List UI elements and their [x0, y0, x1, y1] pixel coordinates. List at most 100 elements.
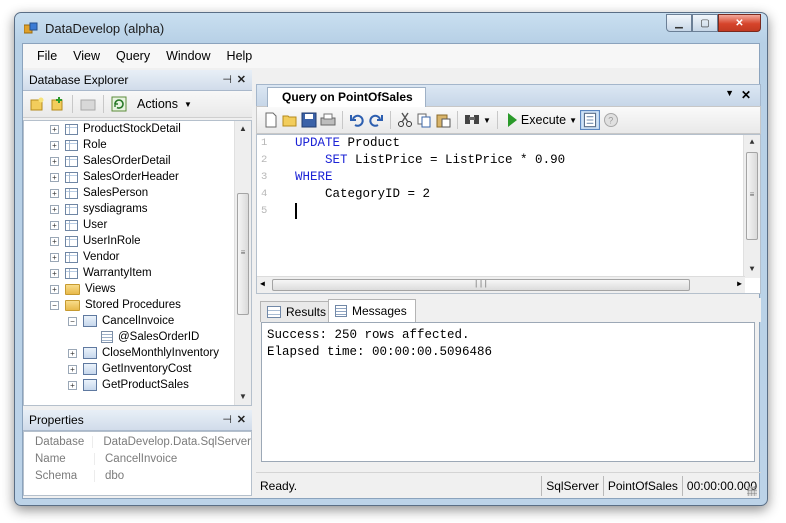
scroll-left-icon[interactable]: ◀: [260, 279, 265, 289]
properties-header: Properties ⊣ ✕: [23, 410, 252, 431]
scroll-thumb[interactable]: |||: [272, 279, 690, 291]
close-explorer-icon[interactable]: ✕: [237, 73, 246, 86]
actions-dropdown[interactable]: Actions ▼: [137, 97, 192, 111]
new-connection-icon[interactable]: [29, 96, 45, 112]
add-database-icon[interactable]: [49, 96, 65, 112]
expand-icon[interactable]: +: [68, 348, 77, 358]
paste-icon[interactable]: [435, 112, 451, 128]
open-folder-icon[interactable]: [282, 112, 298, 128]
pin-icon[interactable]: ⊣: [222, 413, 232, 426]
scroll-up-icon[interactable]: ▲: [744, 135, 760, 151]
property-row[interactable]: Schema dbo: [24, 467, 251, 484]
redo-icon[interactable]: [368, 112, 384, 128]
expand-icon[interactable]: +: [68, 380, 77, 390]
expand-icon[interactable]: +: [50, 140, 59, 150]
menu-file[interactable]: File: [29, 49, 65, 63]
menu-help[interactable]: Help: [219, 49, 261, 63]
query-document-tab[interactable]: Query on PointOfSales: [267, 87, 426, 107]
expand-icon[interactable]: +: [50, 124, 59, 134]
tree-item-label: CloseMonthlyInventory: [102, 347, 219, 359]
tree-item[interactable]: + SalesOrderDetail: [50, 153, 171, 169]
expand-icon[interactable]: +: [68, 364, 77, 374]
chevron-down-icon[interactable]: ▼: [483, 116, 491, 125]
print-icon[interactable]: [320, 112, 336, 128]
close-properties-icon[interactable]: ✕: [237, 413, 246, 426]
tree-item[interactable]: + Role: [50, 137, 107, 153]
close-document-icon[interactable]: ✕: [741, 88, 751, 102]
title-bar[interactable]: DataDevelop (alpha) ▁ ▢ ✕: [15, 13, 767, 43]
tree-item-label: GetProductSales: [102, 379, 189, 391]
expand-icon[interactable]: +: [50, 284, 59, 294]
expand-icon[interactable]: +: [50, 268, 59, 278]
menu-view[interactable]: View: [65, 49, 108, 63]
tree-item[interactable]: + SalesOrderHeader: [50, 169, 179, 185]
sql-editor[interactable]: 1 2 3 4 5 UPDATE Product SET ListPrice =…: [256, 134, 761, 294]
menu-window[interactable]: Window: [158, 49, 218, 63]
tree-item-label: WarrantyItem: [83, 267, 152, 279]
editor-hscrollbar[interactable]: ◀ ||| ▶: [257, 276, 745, 293]
new-file-icon[interactable]: [263, 112, 279, 128]
undo-icon[interactable]: [349, 112, 365, 128]
tab-list-dropdown-icon[interactable]: ▼: [725, 88, 734, 98]
expand-icon[interactable]: +: [50, 172, 59, 182]
scroll-up-icon[interactable]: ▲: [235, 121, 251, 137]
scroll-thumb[interactable]: ≡: [237, 193, 249, 315]
explorer-header: Database Explorer ⊣ ✕: [23, 70, 252, 91]
tree-item[interactable]: + UserInRole: [50, 233, 141, 249]
execute-button[interactable]: Execute: [507, 113, 566, 127]
tree-item[interactable]: @SalesOrderID: [86, 329, 199, 345]
cut-icon[interactable]: [397, 112, 413, 128]
document-area: Query on PointOfSales ▼ ✕ ▼ Execute ▼ ? …: [256, 84, 761, 500]
expand-icon[interactable]: +: [50, 188, 59, 198]
expand-icon[interactable]: +: [50, 252, 59, 262]
tree-item[interactable]: + GetInventoryCost: [68, 361, 191, 377]
property-row[interactable]: Name CancelInvoice: [24, 450, 251, 467]
play-icon: [507, 113, 517, 127]
tree-scrollbar[interactable]: ▲ ≡ ▼: [234, 121, 251, 405]
scroll-thumb[interactable]: ≡: [746, 152, 758, 240]
document-tab-bar: Query on PointOfSales ▼ ✕: [256, 84, 761, 107]
pin-icon[interactable]: ⊣: [222, 73, 232, 86]
collapse-icon[interactable]: −: [50, 300, 59, 310]
copy-icon[interactable]: [416, 112, 432, 128]
tree-item[interactable]: + GetProductSales: [68, 377, 189, 393]
tree-item[interactable]: + ProductStockDetail: [50, 121, 181, 137]
sql-keyword: SET: [325, 153, 348, 167]
table-icon: [65, 251, 78, 263]
maximize-button[interactable]: ▢: [692, 14, 718, 32]
menu-query[interactable]: Query: [108, 49, 158, 63]
tree-item[interactable]: − Stored Procedures: [50, 297, 181, 313]
editor-vscrollbar[interactable]: ▲ ≡ ▼: [743, 135, 760, 278]
expand-icon[interactable]: +: [50, 204, 59, 214]
find-icon[interactable]: [464, 112, 480, 128]
tree-item[interactable]: + CloseMonthlyInventory: [68, 345, 219, 361]
tree-item[interactable]: + WarrantyItem: [50, 265, 152, 281]
toggle-results-icon[interactable]: [580, 110, 601, 130]
tree-item[interactable]: + User: [50, 217, 107, 233]
tree-item[interactable]: + sysdiagrams: [50, 201, 148, 217]
property-row[interactable]: Database DataDevelop.Data.SqlServer: [24, 433, 251, 450]
close-button[interactable]: ✕: [718, 14, 761, 32]
resize-grip[interactable]: [747, 486, 757, 496]
help-icon[interactable]: ?: [603, 112, 619, 128]
expand-icon[interactable]: +: [50, 236, 59, 246]
line-number: 3: [261, 171, 268, 183]
refresh-icon[interactable]: [111, 96, 127, 112]
tree-item[interactable]: + Vendor: [50, 249, 119, 265]
tab-messages[interactable]: Messages: [328, 299, 416, 322]
scroll-down-icon[interactable]: ▼: [744, 262, 760, 278]
folder-icon: [65, 283, 80, 295]
chevron-down-icon[interactable]: ▼: [569, 116, 577, 125]
scroll-down-icon[interactable]: ▼: [235, 389, 251, 405]
scroll-right-icon[interactable]: ▶: [737, 279, 742, 289]
minimize-button[interactable]: ▁: [666, 14, 692, 32]
expand-icon[interactable]: +: [50, 156, 59, 166]
line-number: 4: [261, 188, 268, 200]
tab-results[interactable]: Results: [260, 301, 336, 322]
collapse-icon[interactable]: −: [68, 316, 77, 326]
save-icon[interactable]: [301, 112, 317, 128]
tree-item[interactable]: + Views: [50, 281, 115, 297]
expand-icon[interactable]: +: [50, 220, 59, 230]
tree-item[interactable]: − CancelInvoice: [68, 313, 174, 329]
tree-item[interactable]: + SalesPerson: [50, 185, 148, 201]
